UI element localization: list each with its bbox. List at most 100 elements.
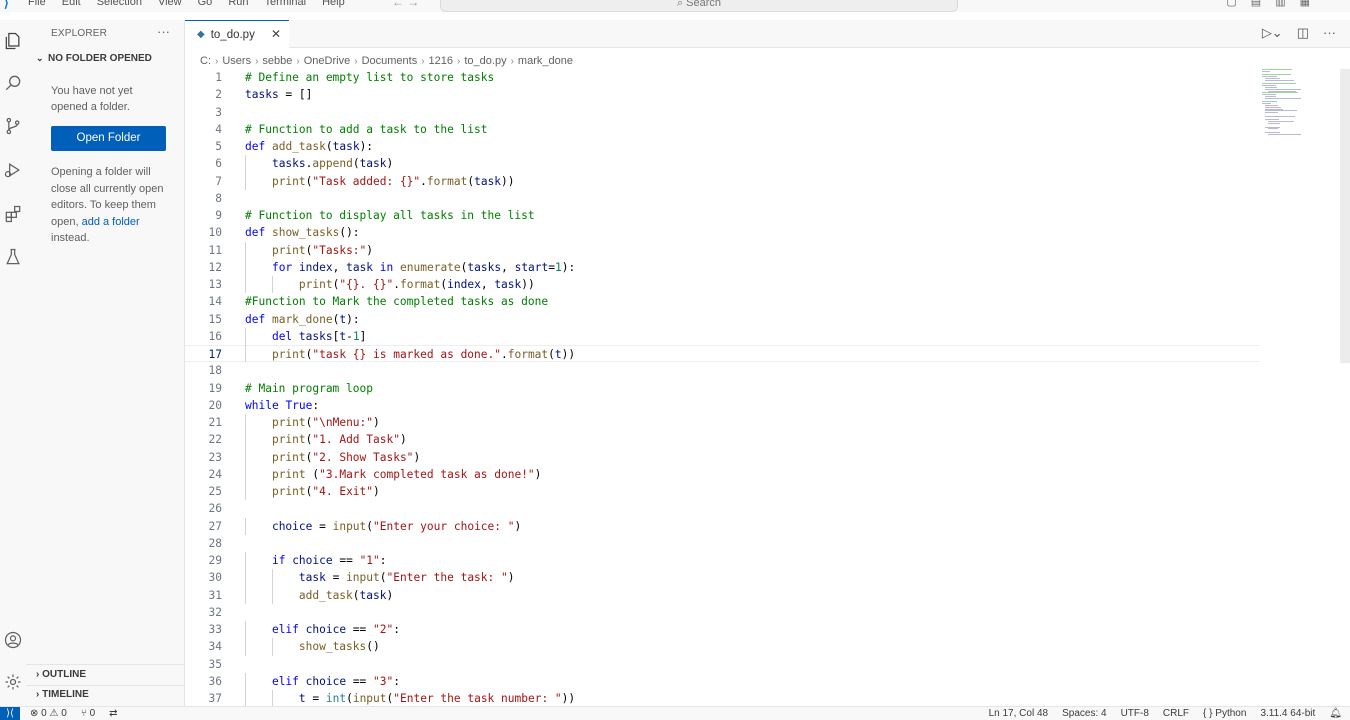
testing-icon[interactable]: [2, 246, 24, 268]
code-line[interactable]: 29 if choice == "1":: [185, 552, 1260, 569]
code-line[interactable]: 6 tasks.append(task): [185, 155, 1260, 172]
menu-item-help[interactable]: Help: [322, 0, 345, 8]
tab-to-do-py[interactable]: ◆ to_do.py ✕: [185, 20, 289, 48]
source-control-icon[interactable]: [2, 115, 24, 137]
add-folder-link[interactable]: add a folder: [82, 216, 140, 228]
language-mode[interactable]: { } Python: [1203, 708, 1246, 719]
window-controls[interactable]: ▢ ▤ ▥ ▦: [1226, 0, 1310, 8]
code-line[interactable]: 8: [185, 190, 1260, 207]
cursor-position[interactable]: Ln 17, Col 48: [989, 708, 1049, 719]
menu-item-view[interactable]: View: [158, 0, 182, 8]
code-line[interactable]: 16 del tasks[t-1]: [185, 328, 1260, 345]
run-debug-icon[interactable]: [2, 159, 24, 181]
code-line[interactable]: 21 print("\nMenu:"): [185, 414, 1260, 431]
line-number: 7: [215, 174, 222, 188]
line-number: 26: [208, 502, 222, 516]
breadcrumb-item[interactable]: mark_done: [518, 55, 573, 67]
code-line[interactable]: 34 show_tasks(): [185, 638, 1260, 655]
breadcrumb-item[interactable]: OneDrive: [304, 55, 350, 67]
code-line[interactable]: 15 def mark_done(t):: [185, 311, 1260, 328]
menu-item-file[interactable]: File: [28, 0, 46, 8]
more-actions-icon[interactable]: ···: [157, 24, 170, 39]
code-line[interactable]: 22 print("1. Add Task"): [185, 431, 1260, 448]
menu-item-edit[interactable]: Edit: [62, 0, 81, 8]
code-line[interactable]: 12 for index, task in enumerate(tasks, s…: [185, 259, 1260, 276]
code-line[interactable]: 28: [185, 535, 1260, 552]
code-line[interactable]: 18: [185, 362, 1260, 379]
code-line[interactable]: 9 # Function to display all tasks in the …: [185, 207, 1260, 224]
live-share-icon[interactable]: ⇄: [109, 708, 117, 719]
code-line[interactable]: 37 t = int(input("Enter the task number:…: [185, 690, 1260, 706]
breadcrumb-item[interactable]: C:: [200, 55, 211, 67]
remote-indicator-icon[interactable]: ⟩⟨: [0, 707, 20, 720]
code-line[interactable]: 27 choice = input("Enter your choice: "): [185, 518, 1260, 535]
breadcrumb-separator-icon: ›: [354, 55, 358, 67]
code-line[interactable]: 32: [185, 604, 1260, 621]
search-icon[interactable]: [2, 72, 24, 94]
code-line[interactable]: 10 def show_tasks():: [185, 224, 1260, 241]
code-line[interactable]: 3: [185, 104, 1260, 121]
close-icon[interactable]: ✕: [271, 27, 281, 41]
explorer-icon[interactable]: [2, 30, 24, 52]
breadcrumb-item[interactable]: Users: [222, 55, 251, 67]
nav-arrows[interactable]: ← →: [392, 0, 419, 9]
code-line[interactable]: 24 print ("3.Mark completed task as done…: [185, 466, 1260, 483]
code-line[interactable]: 23 print("2. Show Tasks"): [185, 449, 1260, 466]
end-of-line[interactable]: CRLF: [1163, 708, 1189, 719]
ports-indicator[interactable]: ⑂ 0: [81, 708, 95, 719]
breadcrumb-item[interactable]: 1216: [429, 55, 453, 67]
menu-item-run[interactable]: Run: [228, 0, 248, 8]
layout-icon: ▦: [1299, 0, 1310, 8]
line-number: 6: [215, 157, 222, 171]
vertical-scrollbar[interactable]: [1340, 69, 1350, 363]
minimap[interactable]: [1262, 69, 1312, 139]
code-line[interactable]: 11 print("Tasks:"): [185, 242, 1260, 259]
code-line[interactable]: 4 # Function to add a task to the list: [185, 121, 1260, 138]
timeline-section-header[interactable]: › TIMELINE: [36, 689, 89, 700]
code-line[interactable]: 30 task = input("Enter the task: "): [185, 569, 1260, 586]
code-line[interactable]: 17 print("task {} is marked as done.".fo…: [185, 345, 1260, 362]
settings-gear-icon[interactable]: [2, 671, 24, 693]
code-line[interactable]: 31 add_task(task): [185, 587, 1260, 604]
code-line[interactable]: 33 elif choice == "2":: [185, 621, 1260, 638]
code-line[interactable]: 14 #Function to Mark the completed tasks …: [185, 293, 1260, 310]
indentation[interactable]: Spaces: 4: [1062, 708, 1106, 719]
menu-item-go[interactable]: Go: [198, 0, 213, 8]
problems-indicator[interactable]: ⊗ 0 ⚠ 0: [30, 708, 67, 719]
breadcrumb-item[interactable]: Documents: [362, 55, 418, 67]
menu-item-selection[interactable]: Selection: [97, 0, 142, 8]
open-folder-button[interactable]: Open Folder: [51, 126, 166, 151]
code-line[interactable]: 25 print("4. Exit"): [185, 483, 1260, 500]
code-line[interactable]: 5 def add_task(task):: [185, 138, 1260, 155]
account-icon[interactable]: [2, 629, 24, 651]
code-line[interactable]: 36 elif choice == "3":: [185, 673, 1260, 690]
menu-item-terminal[interactable]: Terminal: [265, 0, 307, 8]
code-line[interactable]: 7 print("Task added: {}".format(task)): [185, 173, 1260, 190]
code-line[interactable]: 1 # Define an empty list to store tasks: [185, 69, 1260, 86]
code-text: def show_tasks():: [245, 226, 360, 240]
notifications-bell-icon[interactable]: 🔔︎: [1329, 708, 1342, 719]
line-number: 8: [215, 191, 222, 205]
extensions-icon[interactable]: [2, 203, 24, 225]
code-line[interactable]: 26: [185, 500, 1260, 517]
chevron-right-icon: ›: [36, 689, 40, 700]
breadcrumb-item[interactable]: sebbe: [262, 55, 292, 67]
line-number: 35: [208, 657, 222, 671]
outline-section-header[interactable]: › OUTLINE: [36, 669, 86, 680]
code-editor[interactable]: 1 # Define an empty list to store tasks 2 t…: [185, 69, 1350, 706]
split-editor-icon[interactable]: ◫: [1297, 25, 1309, 41]
breadcrumb-item[interactable]: to_do.py: [464, 55, 506, 67]
no-folder-section-header[interactable]: ⌄ NO FOLDER OPENED: [36, 53, 152, 64]
more-actions-icon[interactable]: ···: [1323, 25, 1336, 41]
indent-guide: [272, 276, 274, 294]
code-line[interactable]: 20 while True:: [185, 397, 1260, 414]
line-number: 34: [208, 640, 222, 654]
code-line[interactable]: 35: [185, 656, 1260, 673]
python-interpreter[interactable]: 3.11.4 64-bit: [1260, 708, 1315, 719]
command-center-search[interactable]: ⌕ Search: [440, 0, 958, 12]
encoding[interactable]: UTF-8: [1121, 708, 1149, 719]
code-line[interactable]: 2 tasks = []: [185, 86, 1260, 103]
code-line[interactable]: 13 print("{}. {}".format(index, task)): [185, 276, 1260, 293]
code-line[interactable]: 19 # Main program loop: [185, 380, 1260, 397]
run-python-file-icon[interactable]: ▷⌄: [1262, 25, 1283, 41]
